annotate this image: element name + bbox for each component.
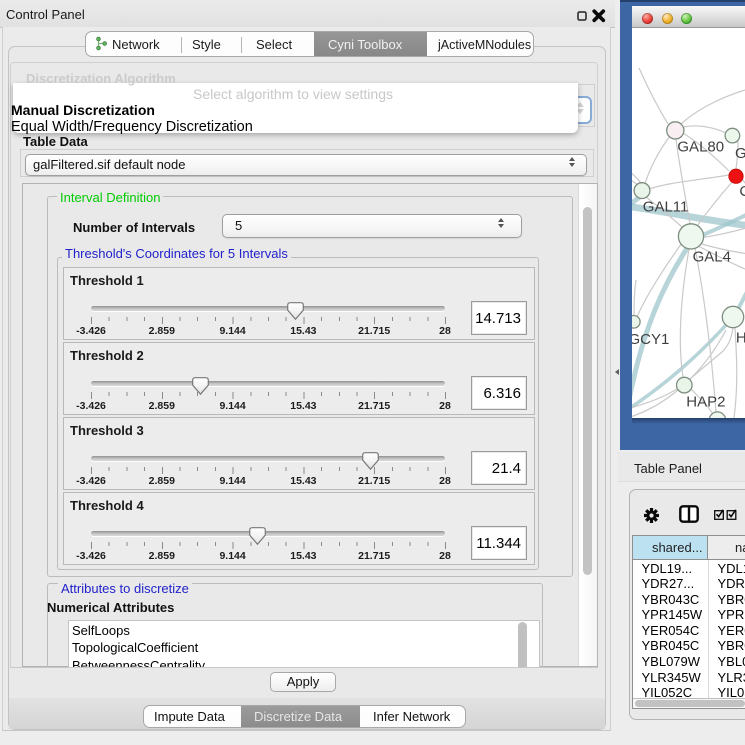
svg-text:C: C — [739, 183, 745, 200]
svg-text:GAL80: GAL80 — [677, 138, 724, 155]
svg-text:GA: GA — [735, 145, 745, 162]
svg-text:GCY1: GCY1 — [632, 331, 669, 348]
svg-text:GAL4: GAL4 — [693, 248, 731, 265]
svg-text:GAL11: GAL11 — [643, 199, 689, 216]
svg-text:HAP2: HAP2 — [686, 394, 725, 411]
svg-text:H: H — [736, 329, 745, 346]
